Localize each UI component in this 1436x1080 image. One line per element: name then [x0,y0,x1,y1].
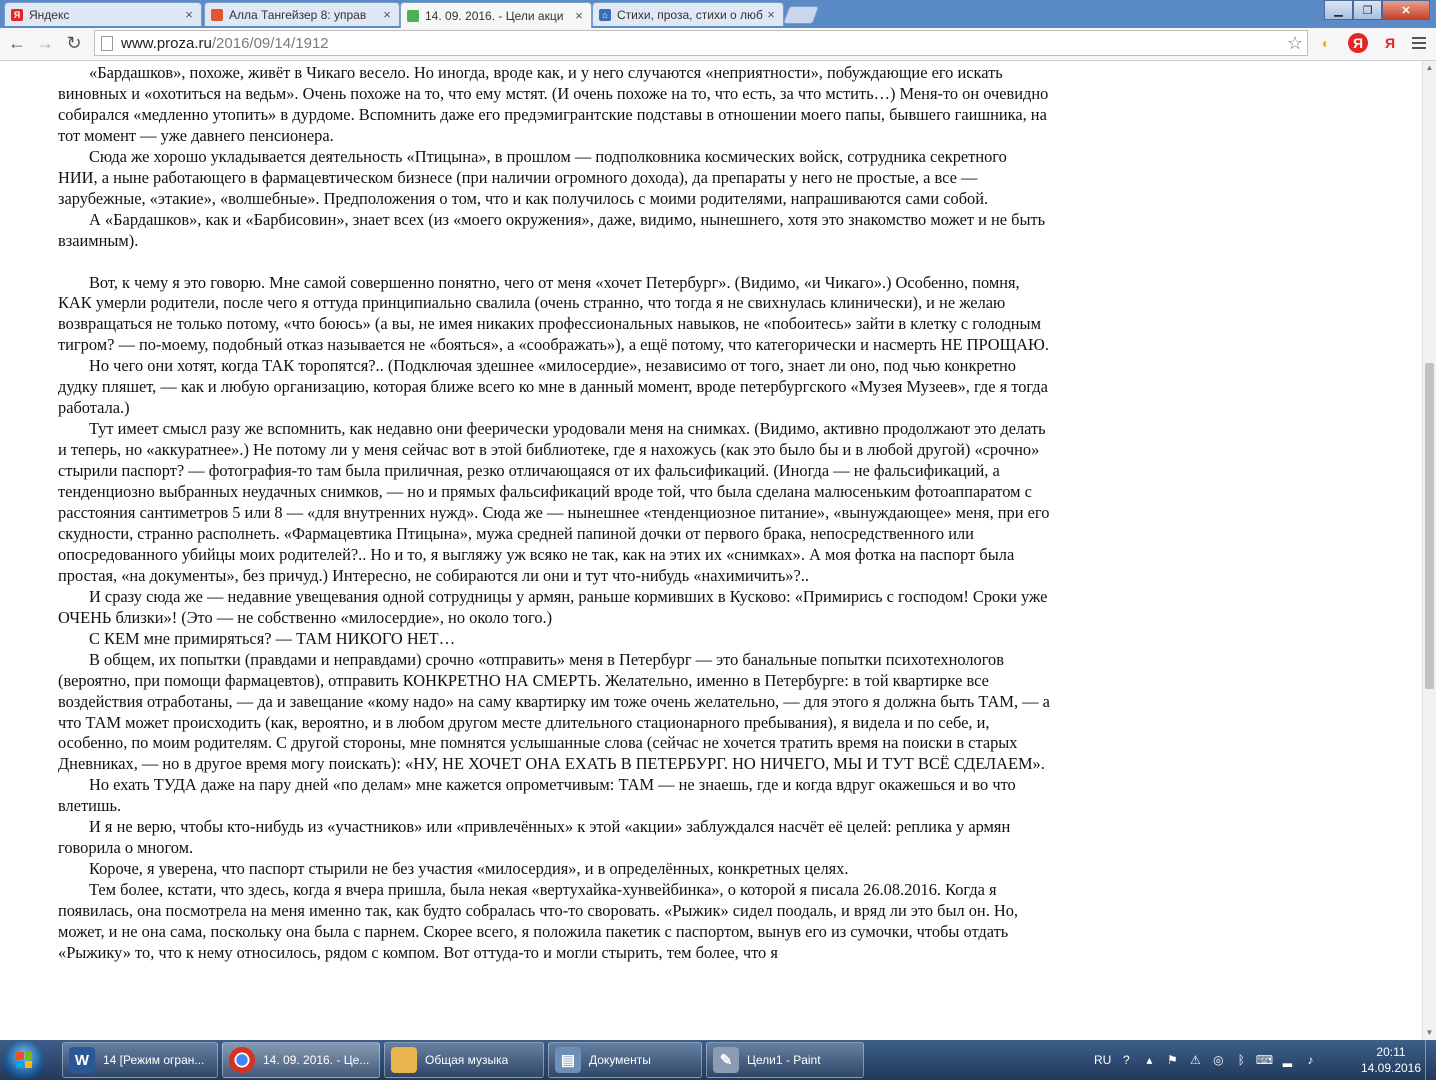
language-indicator[interactable]: RU [1094,1053,1111,1067]
action-center-flag-icon[interactable]: ⚑ [1164,1052,1180,1068]
tab-stihi[interactable]: ⌂ Стихи, проза, стихи о люб × [592,2,784,26]
yandex-icon: Я [11,8,23,21]
task-label: Документы [589,1053,651,1067]
paragraph: Но чего они хотят, когда ТАК торопятся?.… [58,356,1048,418]
article-text: «Бардашков», похоже, живёт в Чикаго весе… [58,63,1050,964]
security-icon[interactable]: ⚠ [1187,1052,1203,1068]
tab-article[interactable]: 14. 09. 2016. - Цели акци × [400,2,592,28]
paragraph: «Бардашков», похоже, живёт в Чикаго весе… [58,63,1049,145]
proza-icon [407,9,419,22]
tab-strip: Я Яндекс × Алла Тангейзер 8: управ × 14.… [0,0,1436,28]
network-status-icon[interactable]: ◎ [1210,1052,1226,1068]
reload-button[interactable]: ↻ [63,32,85,54]
paragraph: И сразу сюда же — недавние увещевания од… [58,586,1048,627]
scroll-up-arrow-icon[interactable]: ▲ [1423,61,1436,75]
taskbar-item-music[interactable]: Общая музыка [384,1042,544,1078]
yandex-extension-icon[interactable]: Я [1348,33,1368,53]
paragraph: Вот, к чему я это говорю. Мне самой сове… [58,272,1049,355]
show-hidden-icons-icon[interactable]: ▴ [1141,1052,1157,1068]
menu-icon[interactable] [1412,34,1426,52]
folder-icon [391,1047,417,1073]
close-window-button[interactable]: ✕ [1382,0,1430,20]
help-icon[interactable]: ? [1118,1052,1134,1068]
paragraph: В общем, их попытки (правдами и неправда… [58,649,1050,774]
system-tray: RU ? ▴ ⚑ ⚠ ◎ ᛒ ⌨ ▂ ♪ 20:11 14.09.2016 [1088,1040,1436,1080]
word-icon: W [69,1047,95,1073]
close-icon[interactable]: × [381,7,393,22]
new-tab-button[interactable] [782,6,820,24]
paint-icon: ✎ [713,1047,739,1073]
paragraph: Короче, я уверена, что паспорт стырили н… [89,859,849,879]
volume-icon[interactable]: ♪ [1302,1052,1318,1068]
tab-title: Яндекс [29,7,70,22]
paragraph: Сюда же хорошо укладывается деятельность… [58,146,1007,208]
clock-date: 14.09.2016 [1360,1061,1422,1075]
paragraph: А «Бардашков», как и «Барбисовин», знает… [58,209,1046,250]
window-controls: ▁ ❐ ✕ [1324,0,1430,20]
taskbar: W 14 [Режим огран... 14. 09. 2016. - Це.… [0,1040,1436,1080]
scroll-down-arrow-icon[interactable]: ▼ [1423,1026,1436,1040]
address-bar[interactable]: www.proza.ru/2016/09/14/1912 ☆ [94,30,1308,56]
url-path: /2016/09/14/1912 [211,34,329,52]
paragraph: И я не верю, чтобы кто-нибудь из «участн… [58,817,1011,858]
taskbar-item-chrome[interactable]: 14. 09. 2016. - Це... [222,1042,380,1078]
taskbar-item-paint[interactable]: ✎ Цели1 - Paint [706,1042,864,1078]
windows-logo-icon [16,1052,32,1068]
bluetooth-icon[interactable]: ᛒ [1233,1052,1249,1068]
close-icon[interactable]: × [573,8,585,23]
scrollbar-thumb[interactable] [1425,363,1434,689]
tab-title: Алла Тангейзер 8: управ [229,7,367,22]
paragraph: С КЕМ мне примиряться? — ТАМ НИКОГО НЕТ… [89,628,456,648]
forward-button[interactable]: → [34,32,56,54]
tab-alla[interactable]: Алла Тангейзер 8: управ × [204,2,400,26]
bookmark-star-icon[interactable]: ☆ [1287,33,1303,54]
taskbar-item-word[interactable]: W 14 [Режим огран... [62,1042,218,1078]
wifi-icon[interactable]: ▂ [1279,1052,1295,1068]
close-icon[interactable]: × [765,7,777,22]
tab-title: 14. 09. 2016. - Цели акци [425,8,564,23]
task-label: Цели1 - Paint [747,1053,821,1067]
vertical-scrollbar[interactable]: ▲ ▼ [1422,61,1436,1040]
task-label: 14. 09. 2016. - Це... [263,1053,370,1067]
minimize-button[interactable]: ▁ [1324,0,1353,20]
tab-title: Стихи, проза, стихи о люб [617,7,763,22]
clock-time: 20:11 [1376,1045,1406,1059]
start-button[interactable] [4,1041,44,1079]
show-desktop-button[interactable] [1425,1040,1436,1080]
browser-toolbar: ← → ↻ www.proza.ru/2016/09/14/1912 ☆ ◐ Я… [0,28,1436,61]
task-label: Общая музыка [425,1053,509,1067]
restore-button[interactable]: ❐ [1353,0,1382,20]
tab-yandex[interactable]: Я Яндекс × [4,2,202,26]
close-icon[interactable]: × [183,7,195,22]
task-label: 14 [Режим огран... [103,1053,205,1067]
document-icon: ▤ [555,1047,581,1073]
page-content: «Бардашков», похоже, живёт в Чикаго весе… [0,61,1422,1040]
paragraph: Но ехать ТУДА даже на пару дней «по дела… [58,775,1016,816]
proza-icon [211,8,223,21]
home-icon: ⌂ [599,8,611,21]
back-button[interactable]: ← [6,32,28,54]
paragraph: Тут имеет смысл разу же вспомнить, как н… [58,419,1050,585]
url-host: www.proza.ru [121,34,212,52]
yandex-search-icon[interactable]: Я [1380,33,1400,53]
taskbar-item-documents[interactable]: ▤ Документы [548,1042,702,1078]
page-icon [101,35,113,51]
keyboard-icon[interactable]: ⌨ [1256,1052,1273,1068]
paragraph: Тем более, кстати, что здесь, когда я вч… [58,880,1019,963]
yandex-bar-icon[interactable]: ◐ [1316,33,1336,53]
clock[interactable]: 20:11 14.09.2016 [1360,1044,1422,1076]
chrome-icon [229,1047,255,1073]
